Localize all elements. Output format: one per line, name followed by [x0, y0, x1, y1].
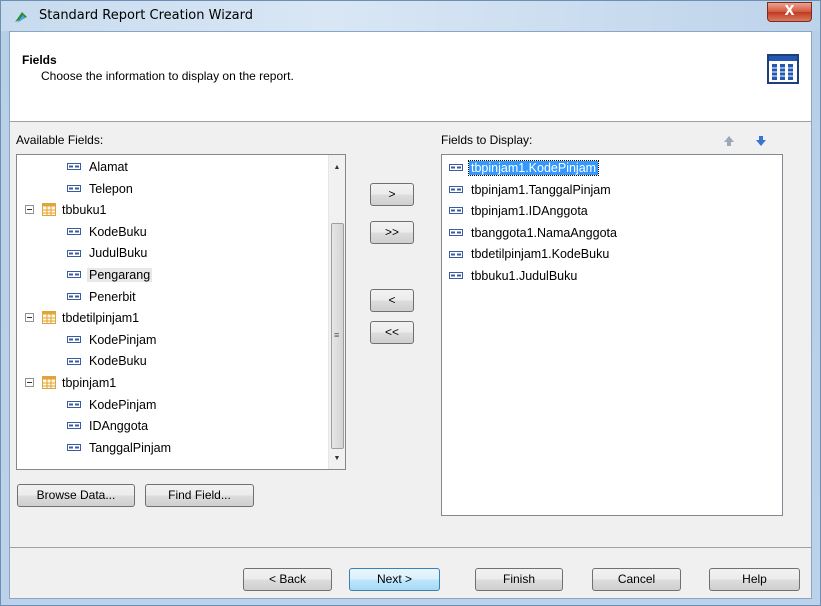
tree-node-label: Pengarang	[87, 268, 153, 282]
wizard-app-icon	[15, 12, 27, 23]
help-button[interactable]: Help	[709, 568, 800, 591]
field-icon	[67, 444, 81, 451]
display-field-item[interactable]: tbpinjam1.IDAnggota	[449, 201, 588, 222]
tree-node-label: Alamat	[89, 160, 128, 174]
tree-node-label: tbbuku1	[62, 203, 107, 218]
wizard-header: Fields Choose the information to display…	[10, 32, 811, 122]
display-field-label: tbanggota1.NamaAnggota	[471, 225, 617, 240]
page-title: Fields	[22, 53, 57, 67]
available-fields-label: Available Fields:	[16, 133, 104, 147]
field-icon	[449, 164, 463, 172]
display-field-item[interactable]: tbpinjam1.TanggalPinjam	[449, 180, 611, 201]
wizard-window: Standard Report Creation Wizard X Fields…	[0, 0, 821, 606]
display-fields-list[interactable]: tbpinjam1.KodePinjam tbpinjam1.TanggalPin…	[441, 154, 783, 516]
scroll-thumb[interactable]: ≡	[331, 223, 344, 449]
tree-node-label: tbpinjam1	[62, 376, 117, 390]
finish-button[interactable]: Finish	[475, 568, 563, 591]
remove-all-fields-button[interactable]: <<	[370, 321, 414, 344]
tree-node-label: KodePinjam	[89, 397, 157, 412]
tree-node-label: Telepon	[89, 181, 133, 196]
page-subtitle: Choose the information to display on the…	[41, 69, 294, 83]
tree-table-node[interactable]: tbbuku1	[25, 200, 106, 221]
add-all-fields-button[interactable]: >>	[370, 221, 414, 244]
display-field-label: tbdetilpinjam1.KodeBuku	[471, 247, 610, 262]
tree-node-label: IDAnggota	[89, 419, 149, 434]
table-icon	[42, 311, 56, 325]
tree-node-label: KodeBuku	[89, 224, 147, 239]
field-icon	[67, 271, 81, 279]
scroll-grip-icon: ≡	[334, 330, 340, 340]
footer-separator	[10, 547, 811, 548]
display-field-label: tbbuku1.JudulBuku	[471, 269, 578, 283]
collapse-icon[interactable]	[25, 378, 34, 388]
tree-field-node[interactable]: Alamat	[67, 157, 128, 178]
display-field-label: tbpinjam1.TanggalPinjam	[471, 182, 611, 197]
tree-field-node[interactable]: TanggalPinjam	[67, 438, 171, 459]
wizard-content: Fields Choose the information to display…	[9, 31, 812, 599]
field-icon	[67, 163, 81, 171]
tree-field-node[interactable]: KodeBuku	[67, 222, 147, 243]
field-icon	[449, 250, 463, 258]
display-field-label: tbpinjam1.IDAnggota	[471, 204, 588, 219]
tree-field-node[interactable]: Penerbit	[67, 287, 136, 308]
field-icon	[449, 229, 463, 236]
field-icon	[67, 249, 81, 257]
tree-node-label: KodePinjam	[89, 332, 157, 347]
tree-table-node[interactable]: tbpinjam1	[25, 373, 116, 394]
close-button[interactable]: X	[767, 2, 812, 22]
field-icon	[449, 185, 463, 193]
display-fields-label: Fields to Display:	[441, 133, 533, 147]
scroll-down-arrow-icon[interactable]: ▼	[329, 450, 345, 467]
tree-field-node[interactable]: KodeBuku	[67, 351, 147, 372]
display-field-item[interactable]: tbbuku1.JudulBuku	[449, 266, 577, 287]
next-button[interactable]: Next >	[349, 568, 440, 591]
cancel-button[interactable]: Cancel	[592, 568, 681, 591]
tree-field-node[interactable]: Telepon	[67, 179, 133, 200]
table-icon	[42, 203, 56, 217]
remove-field-button[interactable]: <	[370, 289, 414, 312]
title-bar[interactable]: Standard Report Creation Wizard X	[1, 1, 820, 31]
tree-field-node[interactable]: Pengarang	[67, 265, 153, 286]
tree-node-label: tbdetilpinjam1	[62, 311, 140, 326]
tree-field-node[interactable]: KodePinjam	[67, 395, 156, 416]
display-field-item[interactable]: tbpinjam1.KodePinjam	[449, 158, 600, 179]
tree-node-label: JudulBuku	[89, 246, 148, 261]
window-title: Standard Report Creation Wizard	[39, 8, 253, 23]
field-icon	[67, 357, 81, 365]
add-field-button[interactable]: >	[370, 183, 414, 206]
field-icon	[67, 336, 81, 343]
display-field-item[interactable]: tbdetilpinjam1.KodeBuku	[449, 244, 609, 265]
display-field-label: tbpinjam1.KodePinjam	[467, 160, 600, 176]
field-icon	[67, 228, 81, 235]
scroll-up-arrow-icon[interactable]: ▲	[329, 159, 345, 176]
tree-node-label: TanggalPinjam	[89, 440, 171, 455]
move-up-icon[interactable]	[723, 135, 735, 147]
collapse-icon[interactable]	[25, 313, 34, 323]
browse-data-button[interactable]: Browse Data...	[17, 484, 135, 507]
tree-table-node[interactable]: tbdetilpinjam1	[25, 308, 139, 329]
move-down-icon[interactable]	[755, 135, 767, 147]
display-field-item[interactable]: tbanggota1.NamaAnggota	[449, 223, 617, 244]
field-icon	[67, 292, 81, 300]
collapse-icon[interactable]	[25, 205, 34, 215]
field-icon	[449, 272, 463, 280]
tree-field-node[interactable]: IDAnggota	[67, 416, 148, 437]
report-fields-icon	[767, 54, 799, 84]
available-fields-tree[interactable]: Alamat Telepon tbbuku1 KodeBuku JudulBuku Pen…	[16, 154, 346, 470]
field-icon	[449, 207, 463, 215]
table-icon	[42, 376, 56, 390]
tree-field-node[interactable]: JudulBuku	[67, 243, 147, 264]
tree-node-label: Penerbit	[89, 289, 136, 304]
find-field-button[interactable]: Find Field...	[145, 484, 254, 507]
field-icon	[67, 400, 81, 408]
tree-node-label: KodeBuku	[89, 354, 147, 369]
back-button[interactable]: < Back	[243, 568, 332, 591]
field-icon	[67, 422, 81, 430]
field-icon	[67, 184, 81, 192]
tree-field-node[interactable]: KodePinjam	[67, 330, 156, 351]
available-fields-scrollbar[interactable]: ▲ ≡ ▼	[328, 155, 345, 469]
